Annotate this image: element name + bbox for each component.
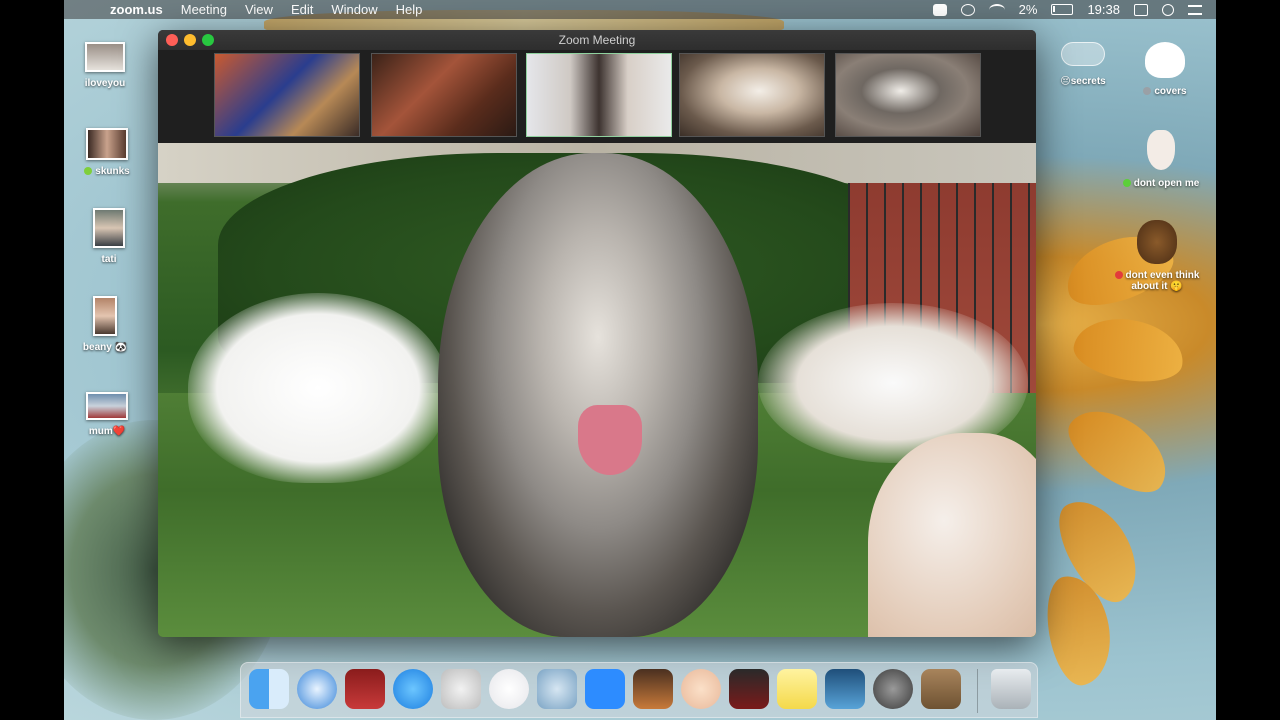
folder-thumbnail xyxy=(86,392,128,420)
seal-app-icon[interactable] xyxy=(537,669,577,709)
notification-center-icon[interactable] xyxy=(1188,4,1202,15)
menu-edit[interactable]: Edit xyxy=(291,2,313,17)
folder-thumbnail xyxy=(93,208,125,248)
status-area: 2% 19:38 xyxy=(932,0,1202,19)
preview-icon[interactable] xyxy=(825,669,865,709)
zoom-icon[interactable] xyxy=(585,669,625,709)
participant-tile-person-woman[interactable] xyxy=(526,53,672,137)
messages-icon[interactable] xyxy=(393,669,433,709)
stickies-icon[interactable] xyxy=(777,669,817,709)
wifi-icon[interactable] xyxy=(988,3,1005,16)
desktop-label: tati xyxy=(101,254,117,265)
menu-window[interactable]: Window xyxy=(331,2,377,17)
trash-icon[interactable] xyxy=(991,669,1031,709)
guitar-app-icon[interactable] xyxy=(633,669,673,709)
desktop-folder-covers[interactable]: covers xyxy=(1110,42,1220,97)
desktop-label: beany 🐼 xyxy=(82,342,128,353)
menu-app-name[interactable]: zoom.us xyxy=(110,2,163,17)
desktop-label: iloveyou xyxy=(84,78,126,89)
folder-thumbnail xyxy=(93,296,117,336)
safari-icon[interactable] xyxy=(297,669,337,709)
key-icon xyxy=(1061,42,1105,66)
desktop-label: dont open me xyxy=(1133,178,1200,189)
bunny-icon xyxy=(1145,42,1185,78)
zoom-meeting-window[interactable]: Zoom Meeting xyxy=(158,30,1036,637)
folder-thumbnail xyxy=(85,42,125,72)
desktop-label: covers xyxy=(1154,86,1187,97)
window-titlebar[interactable]: Zoom Meeting xyxy=(158,30,1036,50)
video-yorkie-dog xyxy=(438,153,758,637)
tag-dot-icon xyxy=(1143,87,1152,95)
menu-bar: zoom.us Meeting View Edit Window Help 2%… xyxy=(64,0,1216,19)
contacts-icon[interactable] xyxy=(921,669,961,709)
wallpaper-petal xyxy=(1056,393,1182,507)
desktop-label: mum❤️ xyxy=(88,426,126,437)
face-app-icon[interactable] xyxy=(681,669,721,709)
desktop-label: dont even think about it 🤫 xyxy=(1125,270,1200,292)
desktop-folder-dont-open-me[interactable]: dont open me xyxy=(1106,130,1216,189)
desktop-folder-iloveyou[interactable]: iloveyou xyxy=(50,42,160,89)
menu-meeting[interactable]: Meeting xyxy=(181,2,227,17)
desktop-folder-beany[interactable]: beany 🐼 xyxy=(50,296,160,353)
wallpaper-petal xyxy=(1069,310,1189,390)
desktop-folder-tati[interactable]: tati xyxy=(54,208,164,265)
zoom-window-icon[interactable] xyxy=(202,34,214,46)
participant-tile-dog-husky[interactable] xyxy=(835,53,981,137)
menu-help[interactable]: Help xyxy=(396,2,423,17)
clock[interactable]: 19:38 xyxy=(1087,2,1120,17)
lion-icon xyxy=(1137,220,1177,264)
active-speaker-video[interactable] xyxy=(158,143,1036,637)
participant-tile-dog-armchair[interactable] xyxy=(214,53,360,137)
desktop-folder-dont-even-think[interactable]: dont even think about it 🤫 xyxy=(1102,220,1212,292)
creative-cloud-icon[interactable] xyxy=(960,3,975,16)
menu-view[interactable]: View xyxy=(245,2,273,17)
close-icon[interactable] xyxy=(166,34,178,46)
desktop-label: skunks xyxy=(95,166,130,177)
desktop-folder-skunks[interactable]: skunks xyxy=(52,128,162,177)
participant-tile-dog-terrier[interactable] xyxy=(679,53,825,137)
system-preferences-icon[interactable] xyxy=(873,669,913,709)
photo-booth-icon[interactable] xyxy=(345,669,385,709)
finder-icon[interactable] xyxy=(249,669,289,709)
window-title: Zoom Meeting xyxy=(558,33,636,47)
pets-app-icon[interactable] xyxy=(441,669,481,709)
zoom-status-icon[interactable] xyxy=(932,3,947,16)
minimize-icon[interactable] xyxy=(184,34,196,46)
video-white-dog-left xyxy=(188,293,448,483)
video-dog-tongue xyxy=(578,405,642,475)
tag-dot-icon xyxy=(1122,179,1131,187)
dock-divider xyxy=(977,669,978,713)
participant-strip xyxy=(158,50,1036,143)
battery-percent[interactable]: 2% xyxy=(1019,2,1038,17)
dock xyxy=(240,662,1038,718)
tag-dot-icon xyxy=(84,167,93,175)
folder-thumbnail xyxy=(86,128,128,160)
desktop-label: 😔secrets xyxy=(1060,76,1106,87)
music-icon[interactable] xyxy=(489,669,529,709)
battery-icon[interactable] xyxy=(1051,4,1074,15)
tag-dot-icon xyxy=(1114,271,1123,279)
bunny-bowtie-icon xyxy=(1147,130,1175,170)
display-icon[interactable] xyxy=(1134,3,1148,16)
flashcard-app-icon[interactable] xyxy=(729,669,769,709)
desktop-folder-mum[interactable]: mum❤️ xyxy=(52,392,162,437)
participant-tile-person-guitar[interactable] xyxy=(371,53,517,137)
spotlight-icon[interactable] xyxy=(1162,3,1174,16)
